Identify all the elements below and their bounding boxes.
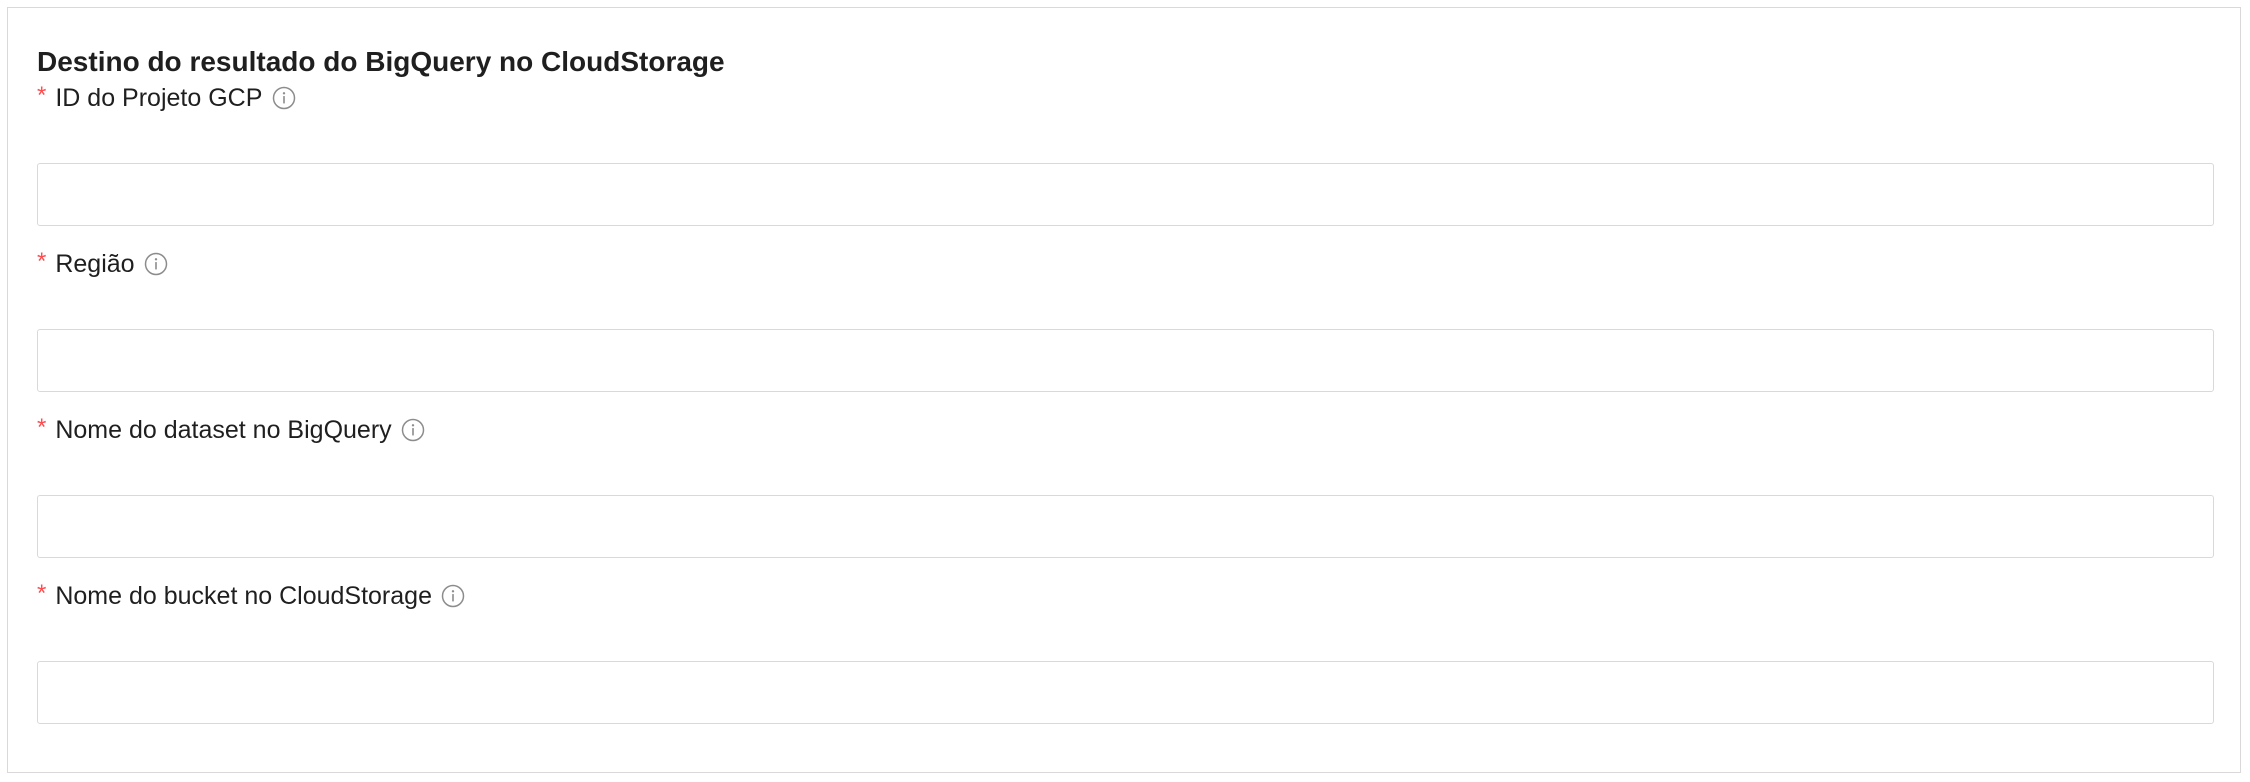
project-id-label: * ID do Projeto GCP — [37, 80, 296, 116]
dataset-name-label: * Nome do dataset no BigQuery — [37, 412, 426, 448]
bucket-name-label: * Nome do bucket no CloudStorage — [37, 578, 466, 614]
region-label-text: Região — [55, 249, 135, 278]
dataset-name-input[interactable] — [37, 495, 2214, 558]
required-marker: * — [37, 580, 47, 607]
region-input[interactable] — [37, 329, 2214, 392]
region-label: * Região — [37, 246, 169, 282]
dataset-name-label-text: Nome do dataset no BigQuery — [55, 415, 392, 444]
info-circle-icon[interactable] — [271, 86, 296, 111]
project-id-input[interactable] — [37, 163, 2214, 226]
required-marker: * — [37, 82, 47, 109]
required-marker: * — [37, 414, 47, 441]
info-circle-icon[interactable] — [144, 252, 169, 277]
project-id-label-text: ID do Projeto GCP — [55, 83, 263, 112]
bigquery-destination-panel: Destino do resultado do BigQuery no Clou… — [7, 7, 2241, 773]
bucket-name-input[interactable] — [37, 661, 2214, 724]
bucket-name-label-text: Nome do bucket no CloudStorage — [55, 581, 432, 610]
info-circle-icon[interactable] — [401, 418, 426, 443]
required-marker: * — [37, 248, 47, 275]
info-circle-icon[interactable] — [441, 584, 466, 609]
section-title: Destino do resultado do BigQuery no Clou… — [37, 46, 725, 77]
